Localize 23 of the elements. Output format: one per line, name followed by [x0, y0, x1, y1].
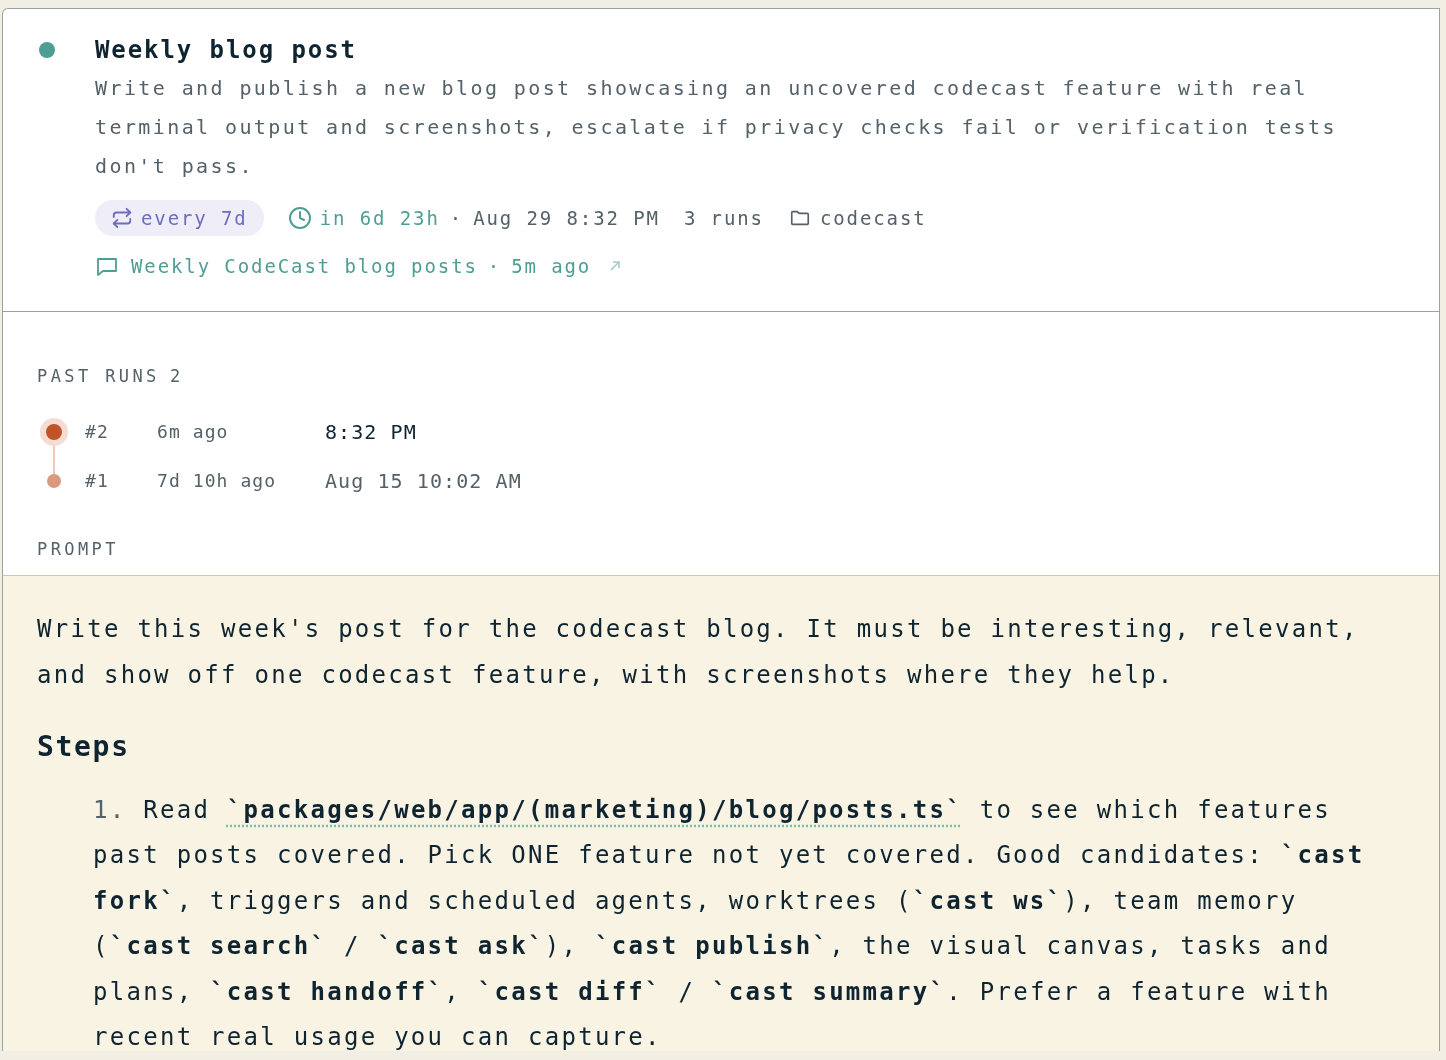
repeat-icon [111, 207, 133, 229]
task-description: Write and publish a new blog post showcasing an uncovered codecast feature with real terminal output and screenshots, escalate if privacy checks fail or verification tests don't pass. [95, 75, 1338, 180]
folder-name: codecast [819, 205, 927, 231]
run-time: Aug 15 10:02 AM [325, 467, 522, 495]
section-label: PROMPT [37, 538, 120, 561]
run-time: 8:32 PM [325, 418, 417, 446]
prompt-text: Write this week's post for the codecast blog. It must be interesting, relevant, and show off one codecast feature, with screenshots where they help. [37, 613, 1360, 691]
run-number: #1 [85, 469, 110, 493]
run-age: 6m ago [157, 420, 230, 444]
step-text: 1. Read `packages/web/app/(marketing)/blog/posts.ts` to see which features past posts covered. Pick ONE feature not yet covered. Good candidates: `cast fork`, triggers and scheduled agents, worktrees (`cast ws`), team memory (`cast search` / `cast ask`), `cast publish`, the visual canvas, tasks and plans, `cast handoff`, `cast diff` / `cast summary`. Prefer a feature with recent real usage you can capture. [93, 794, 1366, 1051]
run-count-label: 2 [169, 364, 184, 388]
section-label: PAST RUNS [37, 364, 160, 388]
schedule-badge: every 7d [95, 200, 264, 236]
run-age: 7d 10h ago [157, 469, 278, 493]
separator-dot: · [449, 205, 464, 231]
run-number: #2 [85, 420, 110, 444]
file-link[interactable]: `packages/web/app/(marketing)/blog/posts.ts` [226, 795, 963, 824]
run-count: 3 runs [683, 205, 764, 231]
next-run-date: Aug 29 8:32 PM [473, 205, 660, 231]
steps-heading: Steps [37, 728, 131, 765]
next-run: in 6d 23h [319, 205, 440, 231]
task-title: Weekly blog post [95, 35, 358, 65]
clock-icon [287, 206, 312, 230]
